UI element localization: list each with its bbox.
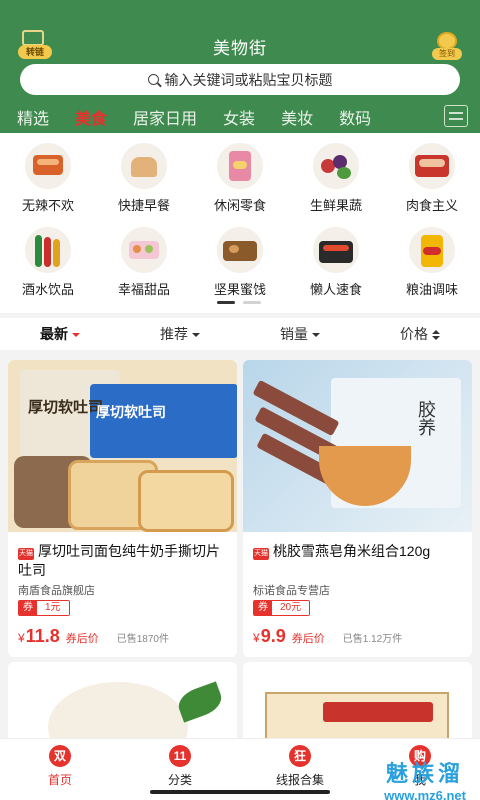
sort-sales[interactable]: 销量 [240,318,360,350]
checkin-label: 签到 [432,48,462,60]
coupon-badge: 券 20元 [253,600,311,616]
dessert-icon [121,227,167,273]
category-item[interactable]: 生鲜果蔬 [288,143,384,214]
category-grid: 无辣不欢 快捷早餐 休闲零食 生鲜果蔬 肉食主义 酒水饮品 幸福甜品 坚果蜜饯 … [0,133,480,313]
top-header: 转链 美物街 签到 输入关键词或粘贴宝贝标题 精选 美食 居家日用 女装 美妆 … [0,0,480,133]
tab-women[interactable]: 女装 [223,105,255,129]
category-tabs: 精选 美食 居家日用 女装 美妆 数码 [0,104,480,130]
pager-dot-active [217,301,235,304]
nuts-icon [217,227,263,273]
product-title: 天猫 桃胶雪燕皂角米组合120g [253,543,431,560]
pager-dots [217,301,261,304]
search-icon [147,74,159,85]
tab-selected[interactable]: 精选 [17,105,49,129]
nav-home[interactable]: 双 首页 [0,739,120,800]
price-value: 11.8 [25,626,60,646]
sort-recommend[interactable]: 推荐 [120,318,240,350]
tab-food[interactable]: 美食 [75,105,107,129]
drinks-icon [25,227,71,273]
oil-icon [409,227,455,273]
product-image: 厚切软吐司 厚切软吐司 [8,360,237,532]
category-item[interactable]: 快捷早餐 [96,143,192,214]
coupon-badge: 券 1元 [18,600,70,616]
meat-box-icon [409,143,455,189]
sort-price[interactable]: 价格 [360,318,480,350]
snack-bag-icon [217,143,263,189]
tab-home[interactable]: 居家日用 [133,105,197,129]
sold-count: 已售1.12万件 [342,634,403,645]
price-value: 9.9 [260,626,286,646]
leaf-decoration [174,681,226,723]
checkin-button[interactable]: 签到 [432,32,462,60]
tmall-badge: 天猫 [18,548,34,560]
tab-digital[interactable]: 数码 [339,105,371,129]
product-image: 胶养 [243,360,472,532]
search-placeholder: 输入关键词或粘贴宝贝标题 [164,71,333,88]
page-title: 美物街 [213,39,267,58]
deals-icon: 狂 [289,745,311,767]
search-input[interactable]: 输入关键词或粘贴宝贝标题 [20,64,460,95]
category-item[interactable]: 粮油调味 [384,227,480,298]
caret-down-icon [72,333,80,338]
home-icon: 双 [49,745,71,767]
home-indicator[interactable] [150,790,330,794]
spicy-snack-icon [25,143,71,189]
category-item[interactable]: 肉食主义 [384,143,480,214]
instant-food-icon [313,227,359,273]
category-item[interactable]: 幸福甜品 [96,227,192,298]
product-title: 天猫 厚切吐司面包纯牛奶手撕切片吐司 [18,543,220,578]
category-item[interactable]: 休闲零食 [192,143,288,214]
sold-count: 已售1870件 [116,634,169,645]
watermark: 魅族溜 www.mz6.net [384,761,466,800]
category-item[interactable]: 无辣不欢 [0,143,96,214]
product-card[interactable]: 厚切软吐司 厚切软吐司 天猫 厚切吐司面包纯牛奶手撕切片吐司 南盾食品旗舰店 券 … [8,360,237,657]
more-tabs-icon[interactable] [444,105,468,127]
price-row: ¥ 9.9 券后价 已售1.12万件 [253,626,403,646]
price-row: ¥ 11.8 券后价 已售1870件 [18,626,169,646]
shop-name: 南盾食品旗舰店 [18,585,95,597]
caret-down-icon [192,333,200,338]
category-item[interactable]: 酒水饮品 [0,227,96,298]
product-image-accent [323,702,433,722]
tmall-badge: 天猫 [253,548,269,560]
category-item[interactable]: 坚果蜜饯 [192,227,288,298]
product-card[interactable]: 胶养 天猫 桃胶雪燕皂角米组合120g 标诺食品专营店 券 20元 ¥ 9.9 券… [243,360,472,657]
tab-beauty[interactable]: 美妆 [281,105,313,129]
bread-icon [121,143,167,189]
pager-dot [243,301,261,304]
fruit-icon [313,143,359,189]
caret-down-icon [312,333,320,338]
sort-newest[interactable]: 最新 [0,318,120,350]
sort-updown-icon [432,330,440,341]
sort-bar: 最新 推荐 销量 价格 [0,318,480,350]
shop-name: 标诺食品专营店 [253,585,330,597]
category-item[interactable]: 懒人速食 [288,227,384,298]
category-icon: 11 [169,745,191,767]
